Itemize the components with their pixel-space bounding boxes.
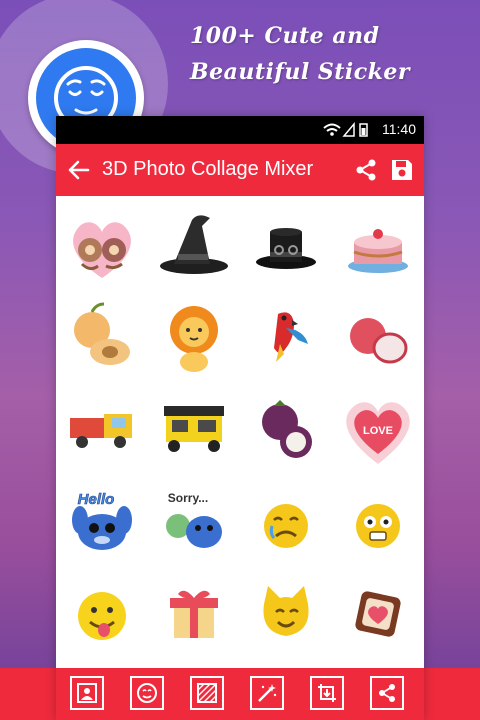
scared-emoji-sticker[interactable] [332, 476, 424, 568]
gift-box-sticker[interactable] [148, 568, 240, 660]
sorry-text: Sorry... [168, 491, 208, 505]
heart-couple-sticker[interactable] [56, 200, 148, 292]
promo-line-1: 100+ Cute and [190, 23, 380, 49]
parrot-sticker[interactable] [240, 292, 332, 384]
floppy-disk-icon[interactable] [389, 157, 415, 188]
stitch-sorry-sticker[interactable]: Sorry... [148, 476, 240, 568]
hello-text: Hello [78, 491, 115, 508]
sticker-grid: LOVE Hello Sorry... [56, 196, 424, 668]
cake-sticker[interactable] [332, 200, 424, 292]
witch-hat-sticker[interactable] [148, 200, 240, 292]
status-bar: 11:40 [56, 116, 424, 144]
emoji-icon[interactable] [130, 676, 164, 710]
cat-face-sticker[interactable] [240, 568, 332, 660]
lychee-sticker[interactable] [332, 292, 424, 384]
auto-rickshaw-sticker[interactable] [148, 384, 240, 476]
share-icon[interactable] [354, 158, 378, 187]
lion-sticker[interactable] [148, 292, 240, 384]
status-time: 11:40 [382, 121, 416, 137]
arrow-left-icon[interactable] [66, 158, 92, 187]
truck-sticker[interactable] [56, 384, 148, 476]
tongue-emoji-sticker[interactable] [56, 568, 148, 660]
share-icon[interactable] [370, 676, 404, 710]
download-crop-icon[interactable] [310, 676, 344, 710]
magic-wand-icon[interactable] [250, 676, 284, 710]
love-heart-sticker[interactable]: LOVE [332, 384, 424, 476]
promo-headline: 100+ Cute and Beautiful Sticker [190, 18, 470, 90]
apricot-sticker[interactable] [56, 292, 148, 384]
mangosteen-sticker[interactable] [240, 384, 332, 476]
promo-line-2: Beautiful Sticker [190, 59, 410, 85]
stitch-hello-sticker[interactable]: Hello [56, 476, 148, 568]
bottom-toolbar [56, 668, 424, 720]
chocolate-heart-sticker[interactable] [332, 568, 424, 660]
pattern-icon[interactable] [190, 676, 224, 710]
app-title: 3D Photo Collage Mixer [102, 158, 314, 180]
love-text: LOVE [363, 425, 393, 437]
photo-frame-icon[interactable] [70, 676, 104, 710]
crying-emoji-sticker[interactable] [240, 476, 332, 568]
app-bar: 3D Photo Collage Mixer [56, 144, 424, 196]
phone-screen: 11:40 3D Photo Collage Mixer LOVE Hello … [56, 116, 424, 720]
status-icons [322, 121, 370, 143]
top-hat-sticker[interactable] [240, 200, 332, 292]
